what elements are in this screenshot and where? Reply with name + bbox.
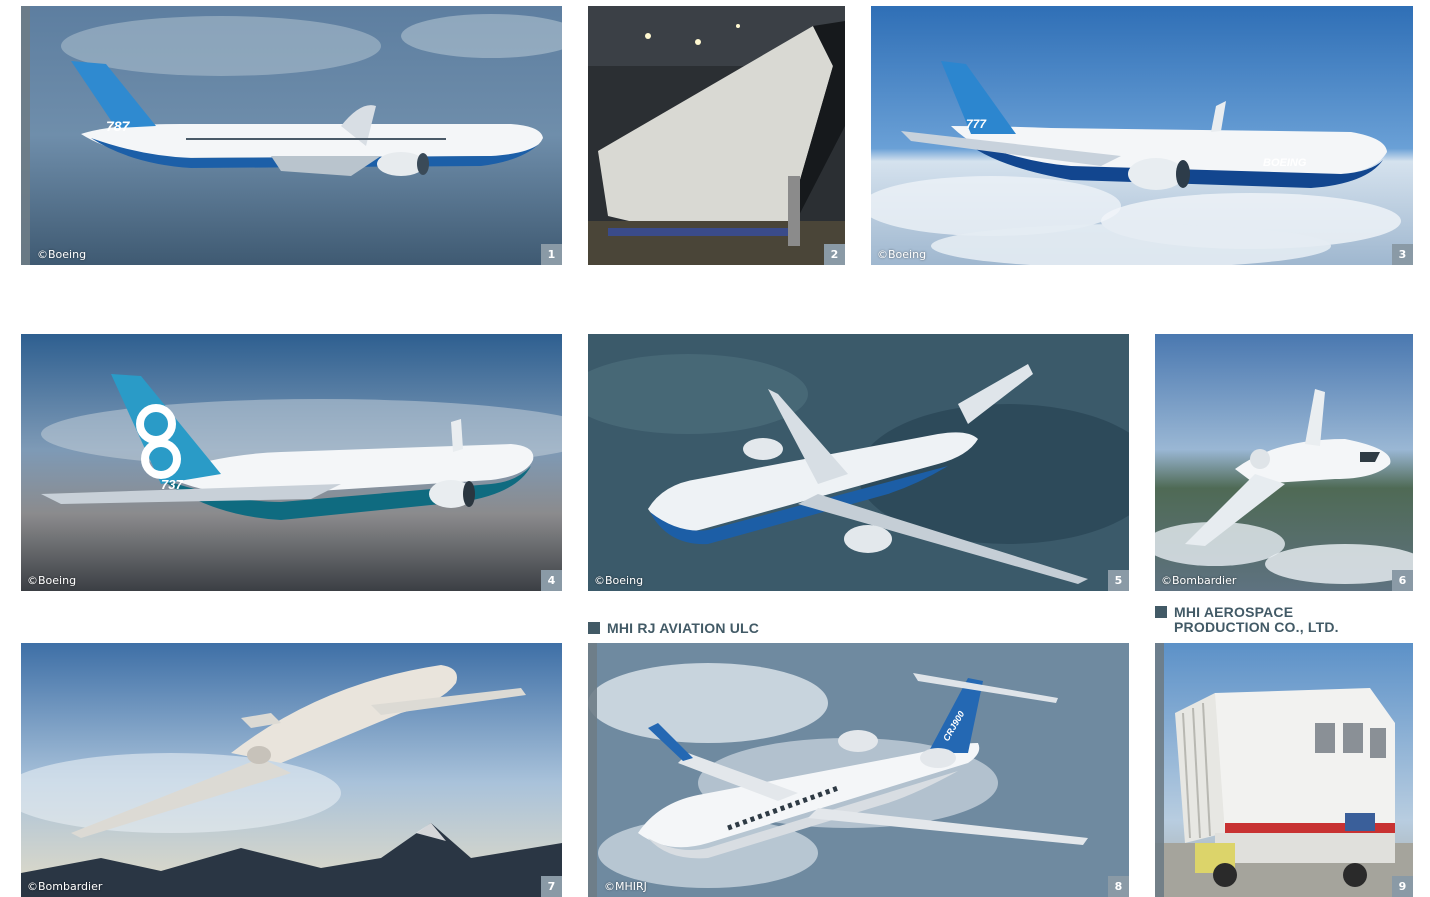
photo-number-badge: 7 xyxy=(541,876,562,897)
photo-number-badge: 1 xyxy=(541,244,562,265)
section-label-mhi-rj: MHI RJ AVIATION ULC xyxy=(588,621,759,636)
label-square-icon xyxy=(588,622,600,634)
photo-credit: ©Bombardier xyxy=(1161,574,1237,587)
photo-6-business-jet: ©Bombardier 6 xyxy=(1155,334,1413,591)
photo-number-badge: 6 xyxy=(1392,570,1413,591)
photo-number-badge: 9 xyxy=(1392,876,1413,897)
business-jet-illustration xyxy=(1155,334,1413,591)
photo-credit: ©Boeing xyxy=(37,248,87,261)
section-label-text: MHI AEROSPACE PRODUCTION CO., LTD. xyxy=(1174,604,1339,635)
regional-jet-illustration: CRJ900 xyxy=(588,643,1129,897)
photo-credit: ©MHIRJ xyxy=(604,880,647,893)
photo-credit: ©Boeing xyxy=(27,574,77,587)
aircraft-737-illustration: 737 xyxy=(21,334,562,591)
hangar-tail-illustration xyxy=(588,6,845,265)
photo-number-badge: 4 xyxy=(541,570,562,591)
aircraft-777-illustration: BOEING 777 xyxy=(871,6,1413,265)
photo-number-badge: 3 xyxy=(1392,244,1413,265)
photo-accent-bar xyxy=(588,643,597,897)
section-label-mhi-aerospace: MHI AEROSPACE PRODUCTION CO., LTD. xyxy=(1155,605,1339,635)
photo-2-tail-structure: 2 xyxy=(588,6,845,265)
photo-8-crj900: CRJ900 ©MHIRJ 8 xyxy=(588,643,1129,897)
photo-number-badge: 8 xyxy=(1108,876,1129,897)
photo-3-boeing-777: BOEING 777 ©Boeing 3 xyxy=(871,6,1413,265)
label-square-icon xyxy=(1155,606,1167,618)
photo-1-boeing-787: 787 ©Boeing 1 xyxy=(21,6,562,265)
photo-credit: ©Boeing xyxy=(877,248,927,261)
tail-livery-text: 787 xyxy=(106,118,131,134)
photo-4-boeing-737-max: 737 ©Boeing 4 xyxy=(21,334,562,591)
photo-credit: ©Boeing xyxy=(594,574,644,587)
tail-livery-text: 777 xyxy=(966,117,987,131)
photo-number-badge: 5 xyxy=(1108,570,1129,591)
photo-5-boeing-767: ©Boeing 5 xyxy=(588,334,1129,591)
photo-accent-bar xyxy=(21,6,30,265)
photo-9-stair-truck: 9 xyxy=(1155,643,1413,897)
photo-number-badge: 2 xyxy=(824,244,845,265)
section-label-text: MHI RJ AVIATION ULC xyxy=(607,620,760,636)
fuselage-livery-text: BOEING xyxy=(1263,157,1307,169)
aircraft-767-illustration xyxy=(588,334,1129,591)
photo-collage-page: 787 ©Boeing 1 2 BOEING 777 ©Boeing 3 737… xyxy=(0,0,1430,897)
aircraft-787-illustration: 787 xyxy=(21,6,562,265)
photo-accent-bar xyxy=(1155,643,1164,897)
photo-credit: ©Bombardier xyxy=(27,880,103,893)
business-jet-mountain-illustration xyxy=(21,643,562,897)
photo-7-business-jet: ©Bombardier 7 xyxy=(21,643,562,897)
stair-truck-illustration xyxy=(1155,643,1413,897)
